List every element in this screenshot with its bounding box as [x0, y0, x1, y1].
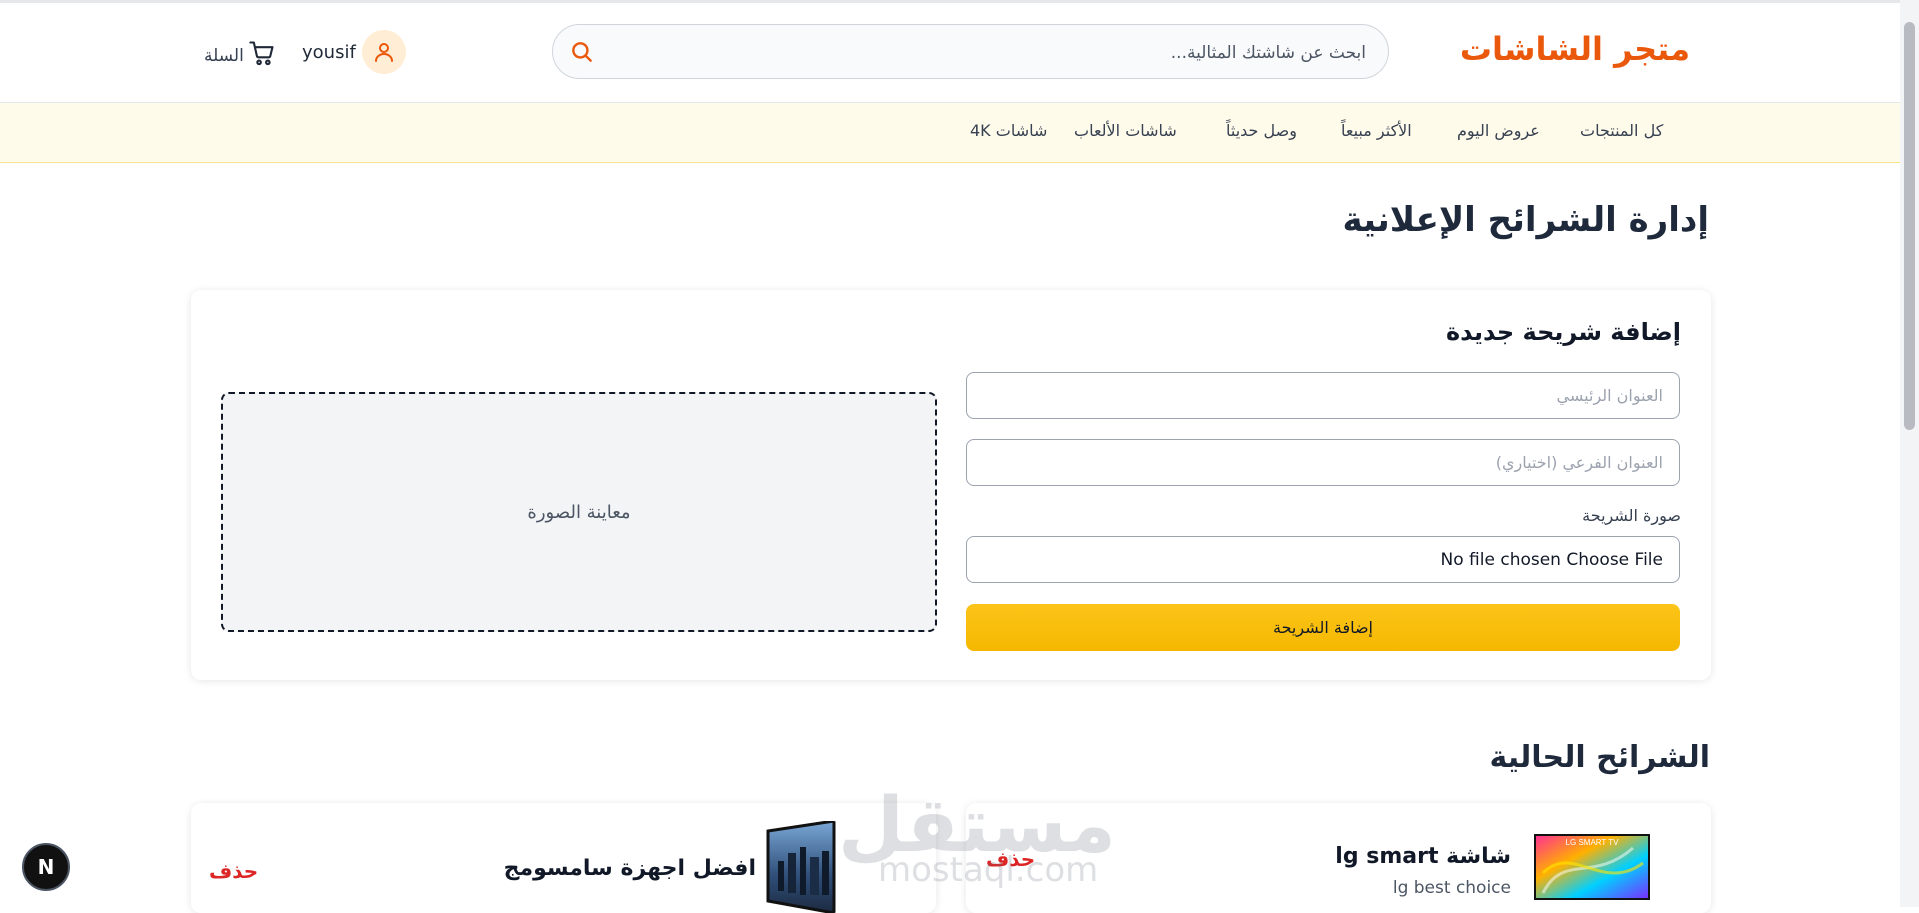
- cart-icon: [248, 39, 276, 72]
- nav-new-arrivals[interactable]: وصل حديثاً: [1226, 121, 1297, 140]
- search-input[interactable]: [604, 35, 1368, 71]
- slide-card: افضل اجهزة سامسومج حذف: [191, 803, 936, 913]
- nav-best-sellers[interactable]: الأكثر مبيعاً: [1341, 121, 1412, 140]
- cart-link[interactable]: السلة: [204, 39, 276, 72]
- slide-thumbnail: LG SMART TV: [1533, 833, 1651, 903]
- slide-subtitle-input[interactable]: [966, 439, 1680, 486]
- current-slides-title: الشرائح الحالية: [1489, 740, 1711, 775]
- brand-logo[interactable]: متجر الشاشات: [1460, 30, 1690, 68]
- add-slide-title: إضافة شريحة جديدة: [1445, 318, 1681, 346]
- nextjs-logo-icon: N: [37, 855, 55, 879]
- category-nav: كل المنتجات عروض اليوم الأكثر مبيعاً وصل…: [0, 103, 1900, 163]
- nav-todays-deals[interactable]: عروض اليوم: [1457, 121, 1540, 140]
- image-preview-label: معاينة الصورة: [527, 501, 631, 523]
- slide-subtitle: lg best choice: [1392, 878, 1511, 898]
- page-title: إدارة الشرائح الإعلانية: [1342, 200, 1709, 240]
- choose-file-button[interactable]: Choose File: [1566, 550, 1663, 570]
- scrollbar-thumb[interactable]: [1904, 22, 1915, 430]
- image-preview: معاينة الصورة: [221, 392, 937, 632]
- nav-4k-screens[interactable]: شاشات 4K: [970, 121, 1047, 140]
- slide-image-label: صورة الشريحة: [1582, 506, 1681, 525]
- thumbnail-text: LG SMART TV: [1566, 838, 1620, 847]
- delete-slide-button[interactable]: حذف: [209, 859, 258, 883]
- add-slide-card: إضافة شريحة جديدة صورة الشريحة No file c…: [191, 290, 1711, 680]
- slide-title: شاشة lg smart: [1335, 844, 1511, 869]
- slide-image-file-input[interactable]: No file chosen Choose File: [966, 536, 1680, 583]
- slide-thumbnail: [764, 821, 836, 913]
- username: yousif: [302, 41, 356, 63]
- slides-list: LG SMART TV شاشة lg smart lg best choice…: [191, 803, 1711, 913]
- slide-card: LG SMART TV شاشة lg smart lg best choice…: [966, 803, 1711, 913]
- site-header: متجر الشاشات yousif السلة: [0, 3, 1900, 103]
- cart-label: السلة: [204, 45, 244, 66]
- add-slide-button[interactable]: إضافة الشريحة: [966, 604, 1680, 651]
- nextjs-dev-button[interactable]: N: [22, 843, 70, 891]
- nav-all-products[interactable]: كل المنتجات: [1580, 121, 1663, 140]
- slide-title-input[interactable]: [966, 372, 1680, 419]
- file-status: No file chosen: [1440, 549, 1561, 570]
- slide-title: افضل اجهزة سامسومج: [503, 856, 756, 881]
- nav-gaming-screens[interactable]: شاشات الألعاب: [1074, 121, 1177, 140]
- user-menu[interactable]: yousif: [302, 29, 406, 75]
- search-bar: [552, 24, 1389, 79]
- search-icon[interactable]: [569, 39, 595, 65]
- page-scrollbar[interactable]: [1900, 0, 1919, 907]
- user-icon: [361, 30, 406, 74]
- delete-slide-button[interactable]: حذف: [986, 847, 1035, 871]
